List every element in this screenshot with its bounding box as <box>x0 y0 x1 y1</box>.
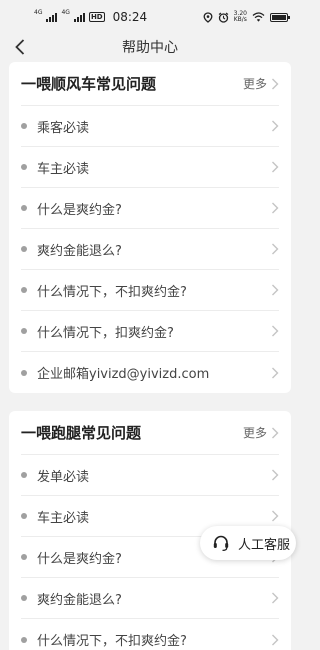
status-bar: 4G 4G HD 08:24 3.20 KB/s <box>0 0 300 34</box>
section-title: 一喂顺风车常见问题 <box>21 75 157 93</box>
chevron-right-icon <box>272 510 279 522</box>
page-title: 帮助中心 <box>122 40 178 56</box>
more-link[interactable]: 更多 <box>243 424 279 441</box>
bullet-dot <box>21 287 27 293</box>
section-title: 一喂跑腿常见问题 <box>21 424 142 442</box>
bullet-dot <box>21 328 27 334</box>
hd-badge: HD <box>88 12 105 22</box>
bullet-dot <box>21 636 27 643</box>
status-left: 4G 4G HD 08:24 <box>34 9 148 25</box>
faq-item-company-email[interactable]: 企业邮箱yivizd@yivizd.com <box>21 352 279 393</box>
bullet-dot <box>21 513 27 519</box>
faq-item-label: 企业邮箱yivizd@yivizd.com <box>37 367 210 382</box>
faq-item-label: 车主必读 <box>37 510 90 526</box>
status-right: 3.20 KB/s <box>203 11 290 23</box>
alarm-icon <box>218 12 228 23</box>
chevron-right-icon <box>272 592 279 604</box>
bullet-dot <box>21 369 27 376</box>
bullet-dot <box>21 246 27 252</box>
signal-icon-2 <box>73 12 85 22</box>
bullet-dot <box>21 472 27 478</box>
chevron-right-icon <box>272 161 279 173</box>
customer-service-button[interactable]: 人工客服 <box>200 526 296 560</box>
chevron-right-icon <box>272 325 279 337</box>
faq-item-label: 什么情况下，不扣爽约金? <box>37 284 187 300</box>
faq-item-driver-guide[interactable]: 车主必读 <box>21 147 279 188</box>
faq-item-label: 什么是爽约金? <box>37 202 122 218</box>
faq-item-what-is-penalty[interactable]: 什么是爽约金? <box>21 188 279 229</box>
faq-item-label: 爽约金能退么? <box>37 592 122 608</box>
chevron-right-icon <box>272 469 279 481</box>
speed-unit: KB/s <box>233 16 247 23</box>
faq-item-penalty-refund[interactable]: 爽约金能退么? <box>21 229 279 270</box>
wifi-icon <box>252 12 265 22</box>
back-button[interactable] <box>10 37 30 57</box>
faq-item-label: 爽约金能退么? <box>37 243 122 259</box>
section-divider <box>0 393 300 411</box>
nav-bar: 帮助中心 <box>0 34 300 60</box>
bullet-dot <box>21 123 27 129</box>
network-speed: 3.20 KB/s <box>234 11 247 23</box>
chevron-right-icon <box>272 367 279 378</box>
section-header: 一喂跑腿常见问题 更多 <box>21 411 279 455</box>
faq-item-penalty-cases[interactable]: 什么情况下，扣爽约金? <box>21 311 279 352</box>
status-time: 08:24 <box>112 10 148 24</box>
more-label: 更多 <box>242 426 267 440</box>
chevron-left-icon <box>15 39 25 55</box>
chevron-right-icon <box>272 78 279 89</box>
section-header: 一喂顺风车常见问题 更多 <box>21 62 279 106</box>
faq-item-penalty-refund[interactable]: 爽约金能退么? <box>21 578 279 619</box>
faq-item-label: 发单必读 <box>37 469 90 485</box>
faq-item-label: 什么情况下，不扣爽约金? <box>37 634 187 649</box>
customer-service-label: 人工客服 <box>238 537 291 553</box>
network-type-2: 4G <box>61 9 70 16</box>
battery-level <box>272 14 286 20</box>
faq-item-order-guide[interactable]: 发单必读 <box>21 455 279 496</box>
help-content: 一喂顺风车常见问题 更多 乘客必读 车主必读 什么是爽约金? 爽约金能退么? 什… <box>0 62 300 650</box>
network-type-1: 4G <box>34 9 43 16</box>
faq-item-no-penalty-cases[interactable]: 什么情况下，不扣爽约金? <box>21 619 279 650</box>
location-icon <box>203 11 213 23</box>
chevron-right-icon <box>272 284 279 296</box>
more-label: 更多 <box>242 77 267 91</box>
bullet-dot <box>21 595 27 601</box>
bullet-dot <box>21 205 27 211</box>
chevron-right-icon <box>272 243 279 255</box>
signal-icon <box>46 12 58 22</box>
bullet-dot <box>21 554 27 560</box>
chevron-right-icon <box>272 634 279 645</box>
battery-icon <box>270 12 290 22</box>
faq-section-carpool: 一喂顺风车常见问题 更多 乘客必读 车主必读 什么是爽约金? 爽约金能退么? 什… <box>9 62 291 393</box>
faq-item-label: 乘客必读 <box>37 120 90 136</box>
bullet-dot <box>21 164 27 170</box>
faq-item-label: 什么情况下，扣爽约金? <box>37 325 174 341</box>
faq-item-passenger-guide[interactable]: 乘客必读 <box>21 106 279 147</box>
faq-item-label: 车主必读 <box>37 161 90 177</box>
chevron-right-icon <box>272 202 279 214</box>
headset-icon <box>213 535 229 552</box>
chevron-right-icon <box>272 120 279 132</box>
more-link[interactable]: 更多 <box>243 75 279 92</box>
faq-item-no-penalty-cases[interactable]: 什么情况下，不扣爽约金? <box>21 270 279 311</box>
chevron-right-icon <box>272 427 279 438</box>
